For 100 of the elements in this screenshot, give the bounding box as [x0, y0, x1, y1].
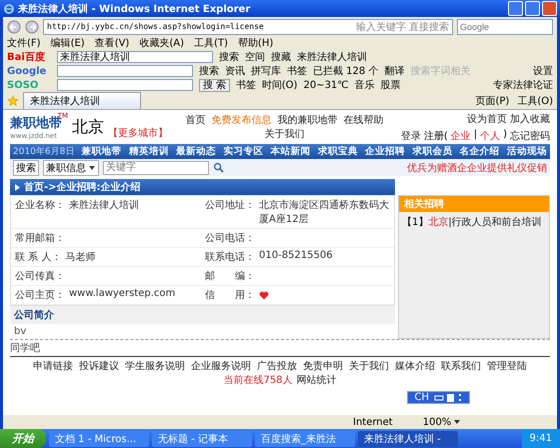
zoom-level[interactable]: 100%: [422, 416, 462, 428]
top-link[interactable]: 在线帮助: [343, 113, 384, 127]
menu-item[interactable]: 编辑(E): [50, 36, 85, 50]
nav-link[interactable]: 兼职地带: [82, 145, 122, 158]
toolbar-button[interactable]: 拼写库: [251, 64, 281, 78]
toolbar-button[interactable]: 20~31℃: [303, 80, 349, 90]
search-field[interactable]: Google: [457, 18, 553, 34]
menu-item[interactable]: 查看(V): [94, 36, 130, 50]
footer-link[interactable]: 关于我们: [349, 359, 389, 373]
menu-item[interactable]: 收藏夹(A): [139, 36, 184, 50]
footer-link[interactable]: 申请链接: [33, 359, 73, 373]
nav-link[interactable]: 实习专区: [223, 145, 264, 158]
command-button[interactable]: 工具(O): [517, 94, 553, 108]
menu-item[interactable]: 文件(F): [7, 36, 41, 50]
login-link[interactable]: 登录: [400, 128, 421, 142]
footer-link[interactable]: 媒体介绍: [395, 359, 435, 373]
taskbar-button[interactable]: 无标题 - 记事本: [152, 430, 252, 446]
company-register-link[interactable]: 企业: [450, 128, 471, 142]
more-cities-link[interactable]: 【更多城市】: [108, 126, 168, 140]
address-field[interactable]: http://bj.yybc.cn/shows.asp?showlogin=license 输入关键字 直接搜索: [43, 18, 453, 34]
footer-link[interactable]: 企业服务说明: [191, 359, 251, 373]
city-link[interactable]: 北京: [428, 215, 448, 229]
toolbar-button[interactable]: 书签: [236, 78, 256, 92]
window-title: 来胜法律人培训 - Windows Internet Explorer: [18, 2, 252, 16]
toolbar-button[interactable]: 来胜法律人培训: [297, 50, 367, 64]
person-register-link[interactable]: 个人: [480, 128, 500, 142]
toolbar-button[interactable]: 搜索: [199, 64, 219, 78]
field-label: 联 系 人：: [15, 250, 62, 264]
maximize-button[interactable]: [525, 1, 540, 16]
toolbar-button[interactable]: 空间: [245, 50, 265, 64]
online-count: 当前在线758人: [223, 374, 293, 387]
nav-link[interactable]: 本站新闻: [270, 145, 311, 158]
forgot-password-link[interactable]: 忘记密码: [510, 128, 550, 142]
toolbar-button[interactable]: 专家法律论证: [493, 78, 553, 92]
taskbar-button[interactable]: 文档 1 - Micros...: [49, 430, 149, 446]
intro-text: bv: [13, 325, 28, 339]
footer-link[interactable]: 学生服务说明: [125, 359, 185, 373]
field-label: 联系电话：: [205, 250, 255, 264]
toolbar-search-field[interactable]: [57, 65, 193, 77]
nav-link[interactable]: 求职宝典: [318, 145, 358, 158]
toolbar-button[interactable]: 时间(O): [262, 78, 298, 92]
toolbar-search-field[interactable]: [57, 79, 193, 91]
search-icon[interactable]: [213, 162, 224, 173]
field-label: 公司主页：: [15, 288, 65, 302]
forward-icon[interactable]: [25, 20, 39, 34]
toolbar-button[interactable]: 股票: [380, 78, 401, 92]
nav-link[interactable]: 精英培训: [128, 145, 169, 158]
register-text: 注册(: [424, 130, 448, 142]
caret-icon[interactable]: [453, 418, 462, 426]
nav-link[interactable]: 名企介绍: [460, 145, 500, 158]
top-link[interactable]: 我的兼职地带: [277, 113, 338, 127]
footer-link[interactable]: 广告投放: [257, 359, 297, 373]
field-value: 010-85215506: [259, 250, 333, 261]
menu-item[interactable]: 帮助(H): [238, 36, 274, 50]
field-label: 公司电话：: [205, 232, 255, 245]
toolbar-button[interactable]: 翻译: [384, 64, 404, 78]
footer-link[interactable]: 管理登陆: [487, 359, 527, 373]
job-link[interactable]: |行政人员和前台培训: [448, 215, 542, 229]
search-button[interactable]: 搜 索: [199, 78, 230, 92]
menu-item[interactable]: 工具(T): [194, 36, 228, 50]
keyword-field[interactable]: 关键字: [103, 160, 209, 174]
close-button[interactable]: [542, 1, 557, 16]
taskbar-button[interactable]: 百度搜索_来胜法: [255, 430, 355, 446]
toolbar-button[interactable]: 已拦截 128 个: [313, 64, 378, 78]
caret-icon[interactable]: [88, 164, 96, 172]
toolbar-button[interactable]: 设置: [533, 64, 553, 78]
nav-link[interactable]: 企业招聘: [365, 145, 406, 158]
footer-link[interactable]: 投诉建议: [79, 359, 119, 373]
toolbar-button[interactable]: 搜索: [219, 50, 239, 64]
nav-link[interactable]: 活动现场: [506, 145, 547, 158]
footer-link[interactable]: 免责申明: [303, 359, 343, 373]
back-icon[interactable]: [7, 20, 21, 34]
category-select[interactable]: 兼职信息: [43, 160, 99, 176]
command-button[interactable]: 页面(P): [475, 94, 510, 108]
minimize-button[interactable]: [508, 1, 523, 16]
toolbar-button[interactable]: 搜藏: [271, 50, 291, 64]
breadcrumb: 首页->企业招聘:企业介绍: [24, 180, 141, 194]
top-link[interactable]: 关于我们: [264, 127, 304, 141]
stats-link[interactable]: 网站统计: [296, 373, 337, 387]
header-link[interactable]: 设为首页: [467, 112, 507, 126]
browser-tab[interactable]: 来胜法律人培训: [23, 92, 141, 109]
footer-link[interactable]: 联系我们: [441, 359, 481, 373]
field-value: www.lawyerstep.com: [69, 288, 176, 299]
nav-link[interactable]: 最新动态: [176, 145, 216, 158]
nav-link[interactable]: 求职会员: [412, 145, 452, 158]
taskbar-button[interactable]: 来胜法律人培训 -: [358, 430, 458, 446]
language-bar[interactable]: CH: [407, 391, 470, 404]
search-label: 搜索: [13, 160, 39, 176]
field-label: 信 用：: [205, 289, 255, 302]
toolbar-button[interactable]: 书签: [287, 64, 307, 78]
toolbar-button[interactable]: 资讯: [225, 64, 245, 78]
promo-text: 优兵为赠酒企企业提供礼仪促销: [407, 162, 547, 174]
favorites-star-icon[interactable]: [7, 94, 19, 106]
field-value: 北京市海淀区四通桥东数码大厦A座12层: [259, 198, 390, 226]
separator-text: |: [474, 128, 478, 142]
top-link[interactable]: 首页: [185, 113, 206, 127]
header-link[interactable]: 加入收藏: [510, 112, 550, 126]
toolbar-logo: Google: [7, 66, 48, 76]
triangle-icon: [15, 184, 20, 190]
toolbar-button[interactable]: 音乐: [354, 78, 375, 92]
